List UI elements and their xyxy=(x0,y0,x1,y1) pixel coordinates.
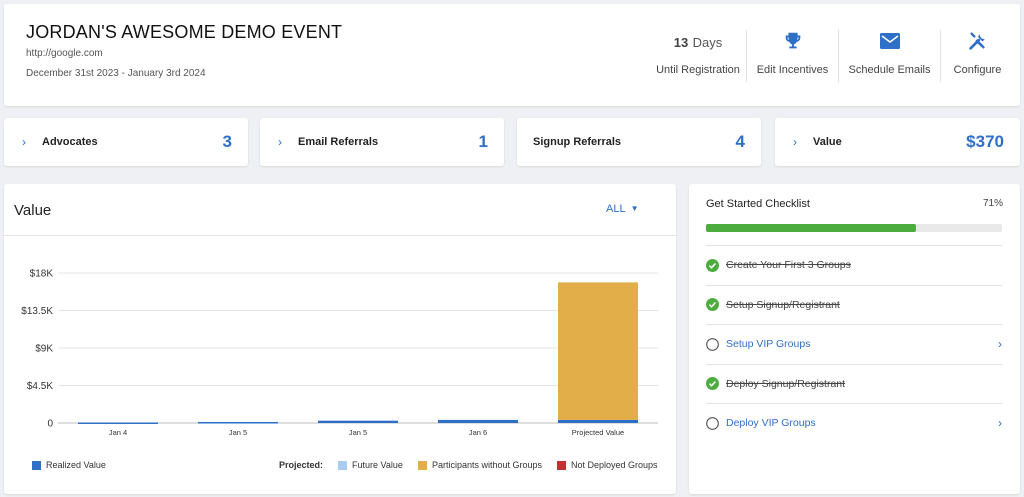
check-circle-icon xyxy=(706,258,719,272)
legend-item-participants-without-groups[interactable]: Participants without Groups xyxy=(418,460,542,470)
legend-label: Future Value xyxy=(352,460,403,470)
chevron-right-icon: › xyxy=(22,135,26,149)
event-header: JORDAN'S AWESOME DEMO EVENT http://googl… xyxy=(4,4,1020,106)
get-started-checklist: Get Started Checklist 71% Create Your Fi… xyxy=(689,184,1020,494)
edit-incentives-label: Edit Incentives xyxy=(756,64,829,76)
y-tick-label: $18K xyxy=(30,269,54,280)
checklist-item-label: Setup Signup/Registrant xyxy=(726,298,840,311)
trophy-icon xyxy=(747,30,838,52)
stat-value: 1 xyxy=(478,132,488,151)
stat-label: Signup Referrals xyxy=(533,136,622,148)
legend-item-realized-value[interactable]: Realized Value xyxy=(32,460,106,470)
legend-swatch xyxy=(557,460,566,470)
schedule-emails-button[interactable]: Schedule Emails xyxy=(838,30,940,82)
checklist-progress-fill xyxy=(706,224,917,232)
countdown-number: 13 xyxy=(673,35,689,50)
x-tick-label: Jan 6 xyxy=(469,428,487,437)
bar-segment xyxy=(558,419,638,423)
checklist-item: Deploy Signup/Registrant xyxy=(706,363,1002,403)
configure-button[interactable]: Configure xyxy=(940,30,1014,82)
x-tick-label: Jan 5 xyxy=(349,428,367,437)
stat-value: 3 xyxy=(222,132,232,151)
checklist-item[interactable]: Setup VIP Groups › xyxy=(706,324,1002,363)
legend-swatch xyxy=(32,460,41,470)
check-circle-icon xyxy=(706,377,719,390)
value-chart-panel: Value ALL ▼ 0 $4.5K $9K $13.5K $18K Jan 4 Jan 5… xyxy=(4,184,676,494)
stat-card-advocates[interactable]: › Advocates 3 xyxy=(4,118,248,166)
divider xyxy=(4,235,676,236)
envelope-icon xyxy=(839,30,940,52)
checklist-item-label: Setup VIP Groups xyxy=(726,338,811,350)
value-filter-label: ALL xyxy=(606,203,626,215)
stat-card-value[interactable]: › Value $370 xyxy=(775,118,1020,166)
schedule-emails-label: Schedule Emails xyxy=(848,64,931,76)
event-dates: December 31st 2023 - January 3rd 2024 xyxy=(26,68,206,79)
checklist-item: Create Your First 3 Groups xyxy=(706,245,1002,284)
registration-countdown: 13 Days Until Registration xyxy=(648,34,748,76)
legend-label: Participants without Groups xyxy=(432,460,543,470)
y-tick-label: 0 xyxy=(47,419,53,430)
stat-card-email-referrals[interactable]: › Email Referrals 1 xyxy=(260,118,504,166)
y-tick-label: $4.5K xyxy=(27,381,53,392)
check-circle-icon xyxy=(706,298,719,311)
empty-circle-icon xyxy=(706,416,719,430)
chevron-right-icon: › xyxy=(998,337,1002,351)
stat-card-signup-referrals: Signup Referrals 4 xyxy=(517,118,761,166)
legend-projected-label: Projected: xyxy=(279,460,324,470)
event-url[interactable]: http://google.com xyxy=(26,48,103,59)
value-panel-title: Value xyxy=(14,202,52,219)
empty-circle-icon xyxy=(706,337,719,351)
checklist-item: Setup Signup/Registrant xyxy=(706,284,1002,324)
checklist-item-label: Deploy VIP Groups xyxy=(726,417,816,429)
legend-item-future-value[interactable]: Future Value xyxy=(338,460,403,470)
event-title: JORDAN'S AWESOME DEMO EVENT xyxy=(26,22,343,42)
legend-item-not-deployed-groups[interactable]: Not Deployed Groups xyxy=(557,460,658,470)
stat-label: Value xyxy=(813,136,842,148)
checklist-item-label: Deploy Signup/Registrant xyxy=(726,377,846,390)
x-tick-label: Jan 4 xyxy=(109,428,127,437)
bar-segment xyxy=(558,282,638,420)
chevron-right-icon: › xyxy=(278,135,282,149)
stat-label: Advocates xyxy=(42,136,98,148)
y-tick-label: $9K xyxy=(35,344,53,355)
stat-value: $370 xyxy=(966,132,1004,151)
legend-label: Not Deployed Groups xyxy=(571,460,658,470)
bar-segment xyxy=(198,422,278,424)
configure-label: Configure xyxy=(953,64,1002,76)
x-tick-label: Projected Value xyxy=(572,428,624,437)
checklist-item-label: Create Your First 3 Groups xyxy=(726,259,851,271)
legend-swatch xyxy=(338,460,347,470)
edit-incentives-button[interactable]: Edit Incentives xyxy=(746,30,838,82)
x-tick-label: Jan 5 xyxy=(229,428,247,437)
caret-down-icon: ▼ xyxy=(630,204,639,213)
chevron-right-icon: › xyxy=(998,416,1002,430)
countdown-label: Until Registration xyxy=(656,64,740,76)
stat-label: Email Referrals xyxy=(298,136,379,148)
checklist-progress-bar xyxy=(706,224,1002,232)
countdown-unit: Days xyxy=(692,35,723,50)
checklist-title: Get Started Checklist xyxy=(706,198,810,210)
y-tick-label: $13.5K xyxy=(21,306,53,317)
chart-legend: Realized Value Projected: Future Value P… xyxy=(4,460,676,474)
checklist-item[interactable]: Deploy VIP Groups › xyxy=(706,403,1002,442)
value-filter-dropdown[interactable]: ALL ▼ xyxy=(606,203,639,215)
chevron-right-icon: › xyxy=(793,135,797,149)
value-bar-chart: 0 $4.5K $9K $13.5K $18K Jan 4 Jan 5 Jan 5 Jan 6 P… xyxy=(21,269,658,437)
checklist-percent: 71% xyxy=(982,198,1003,209)
tools-icon xyxy=(941,30,1014,52)
bar-segment xyxy=(318,420,398,423)
legend-swatch xyxy=(418,460,427,470)
legend-label: Realized Value xyxy=(46,460,106,470)
bar-segment xyxy=(78,422,158,424)
bar-segment xyxy=(438,419,518,423)
stat-value: 4 xyxy=(735,132,745,151)
